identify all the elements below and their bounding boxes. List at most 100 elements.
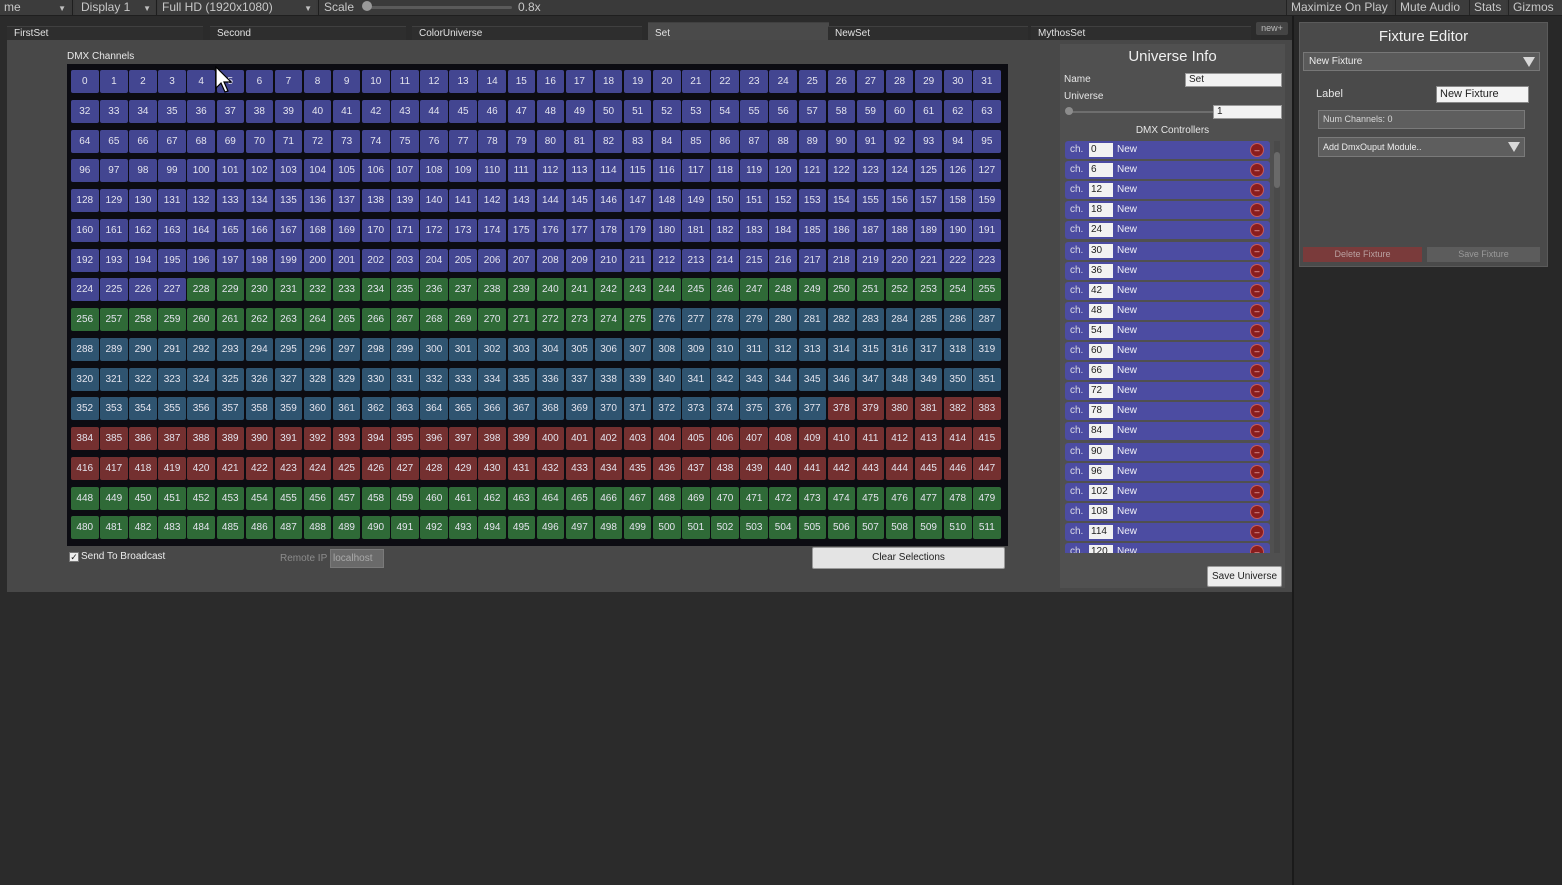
dmx-channel-cell[interactable]: 56: [769, 99, 797, 123]
universe-name-input[interactable]: Set: [1185, 73, 1282, 87]
dmx-channel-cell[interactable]: 272: [536, 308, 565, 331]
remove-controller-icon[interactable]: –: [1250, 424, 1264, 439]
dmx-channel-cell[interactable]: 301: [449, 337, 477, 361]
dmx-channel-cell[interactable]: 104: [303, 159, 332, 183]
dmx-channel-cell[interactable]: 75: [391, 129, 419, 153]
dmx-channel-cell[interactable]: 240: [536, 278, 565, 302]
dmx-channel-cell[interactable]: 268: [420, 308, 448, 331]
dmx-channel-cell[interactable]: 221: [914, 248, 943, 272]
dmx-channel-cell[interactable]: 475: [856, 486, 885, 510]
controller-channel-input[interactable]: 36: [1089, 263, 1113, 278]
dmx-channel-cell[interactable]: 99: [158, 159, 186, 183]
dmx-channel-cell[interactable]: 321: [100, 367, 128, 391]
remove-controller-icon[interactable]: –: [1250, 344, 1264, 358]
dmx-channel-cell[interactable]: 48: [536, 99, 565, 123]
dmx-channel-cell[interactable]: 480: [71, 516, 99, 540]
dmx-channel-cell[interactable]: 353: [100, 397, 128, 421]
dmx-channel-cell[interactable]: 53: [682, 99, 710, 123]
dmx-channel-cell[interactable]: 374: [711, 397, 739, 421]
dmx-channel-cell[interactable]: 409: [798, 427, 826, 450]
dmx-channel-cell[interactable]: 324: [187, 367, 215, 391]
dmx-channel-cell[interactable]: 320: [71, 367, 99, 391]
dmx-channel-cell[interactable]: 218: [827, 248, 856, 272]
dmx-channel-cell[interactable]: 127: [973, 159, 1001, 183]
dmx-channel-cell[interactable]: 3: [158, 70, 186, 93]
dmx-channel-cell[interactable]: 361: [332, 397, 361, 421]
dmx-channel-cell[interactable]: 256: [71, 308, 99, 331]
dmx-channel-cell[interactable]: 332: [420, 367, 448, 391]
dmx-channel-cell[interactable]: 481: [100, 516, 128, 540]
dmx-channel-cell[interactable]: 377: [798, 397, 826, 421]
dmx-channel-cell[interactable]: 470: [711, 486, 739, 510]
dmx-controller-row[interactable]: ch. 66 New –: [1065, 362, 1270, 381]
dmx-channel-cell[interactable]: 126: [944, 159, 972, 183]
dmx-channel-cell[interactable]: 178: [594, 218, 623, 242]
dmx-channel-cell[interactable]: 187: [856, 218, 885, 242]
remove-controller-icon[interactable]: –: [1250, 203, 1264, 218]
dmx-channel-cell[interactable]: 289: [100, 337, 128, 361]
dmx-channel-cell[interactable]: 445: [914, 456, 943, 480]
dmx-controller-row[interactable]: ch. 90 New –: [1065, 442, 1270, 461]
dmx-channel-cell[interactable]: 467: [623, 486, 652, 510]
dmx-channel-cell[interactable]: 60: [885, 99, 914, 123]
dmx-channel-cell[interactable]: 204: [420, 248, 448, 272]
dmx-channel-cell[interactable]: 250: [827, 278, 856, 302]
dmx-channel-cell[interactable]: 137: [332, 189, 361, 212]
dmx-channel-cell[interactable]: 236: [420, 278, 448, 302]
dmx-channel-cell[interactable]: 247: [740, 278, 768, 302]
remove-controller-icon[interactable]: –: [1250, 143, 1264, 157]
dmx-channel-cell[interactable]: 380: [885, 397, 914, 421]
dmx-channel-cell[interactable]: 19: [623, 70, 652, 93]
dmx-channel-cell[interactable]: 254: [944, 278, 972, 302]
dmx-channel-cell[interactable]: 169: [332, 218, 361, 242]
remote-ip-input[interactable]: localhost: [330, 549, 384, 568]
dmx-channel-cell[interactable]: 152: [769, 189, 797, 212]
dmx-channel-cell[interactable]: 265: [332, 308, 361, 331]
dmx-channel-cell[interactable]: 452: [187, 486, 215, 510]
display-dropdown[interactable]: Display 1 ▼: [75, 0, 155, 15]
dmx-channel-cell[interactable]: 425: [332, 456, 361, 480]
dmx-channel-cell[interactable]: 266: [362, 308, 390, 331]
maximize-on-play-toggle[interactable]: Maximize On Play: [1286, 0, 1392, 15]
dmx-channel-cell[interactable]: 84: [653, 129, 681, 153]
dmx-channel-cell[interactable]: 241: [565, 278, 594, 302]
dmx-channel-cell[interactable]: 186: [827, 218, 856, 242]
dmx-channel-cell[interactable]: 125: [914, 159, 943, 183]
universe-slider-handle[interactable]: [1065, 107, 1073, 115]
dmx-channel-cell[interactable]: 415: [973, 427, 1001, 450]
dmx-channel-cell[interactable]: 511: [973, 516, 1001, 540]
dmx-channel-cell[interactable]: 360: [303, 397, 332, 421]
dmx-channel-cell[interactable]: 505: [798, 516, 826, 540]
dmx-channel-cell[interactable]: 391: [274, 427, 303, 450]
dmx-channel-cell[interactable]: 303: [507, 337, 535, 361]
dmx-channel-cell[interactable]: 471: [740, 486, 768, 510]
dmx-channel-cell[interactable]: 195: [158, 248, 186, 272]
dmx-channel-cell[interactable]: 325: [216, 367, 244, 391]
dmx-channel-cell[interactable]: 315: [856, 337, 885, 361]
dmx-channel-cell[interactable]: 465: [565, 486, 594, 510]
dmx-channel-cell[interactable]: 336: [536, 367, 565, 391]
dmx-channel-cell[interactable]: 376: [769, 397, 797, 421]
remove-controller-icon[interactable]: –: [1250, 444, 1264, 459]
dmx-channel-cell[interactable]: 304: [536, 337, 565, 361]
dmx-channel-cell[interactable]: 468: [653, 486, 681, 510]
dmx-channel-cell[interactable]: 291: [158, 337, 186, 361]
controller-channel-input[interactable]: 114: [1089, 524, 1113, 539]
dmx-channel-cell[interactable]: 201: [332, 248, 361, 272]
dmx-channel-cell[interactable]: 134: [245, 189, 274, 212]
dmx-channel-cell[interactable]: 57: [798, 99, 826, 123]
dmx-channel-cell[interactable]: 330: [362, 367, 390, 391]
dmx-channel-cell[interactable]: 456: [303, 486, 332, 510]
dmx-channel-cell[interactable]: 403: [623, 427, 652, 450]
dmx-channel-cell[interactable]: 139: [391, 189, 419, 212]
dmx-channel-cell[interactable]: 174: [478, 218, 506, 242]
dmx-controller-row[interactable]: ch. 108 New –: [1065, 502, 1270, 521]
dmx-channel-cell[interactable]: 331: [391, 367, 419, 391]
dmx-channel-cell[interactable]: 225: [100, 278, 128, 302]
dmx-channel-cell[interactable]: 161: [100, 218, 128, 242]
dmx-channel-cell[interactable]: 406: [711, 427, 739, 450]
dmx-channel-cell[interactable]: 193: [100, 248, 128, 272]
remove-controller-icon[interactable]: –: [1250, 303, 1264, 318]
dmx-channel-cell[interactable]: 155: [856, 189, 885, 212]
dmx-channel-cell[interactable]: 34: [129, 99, 157, 123]
